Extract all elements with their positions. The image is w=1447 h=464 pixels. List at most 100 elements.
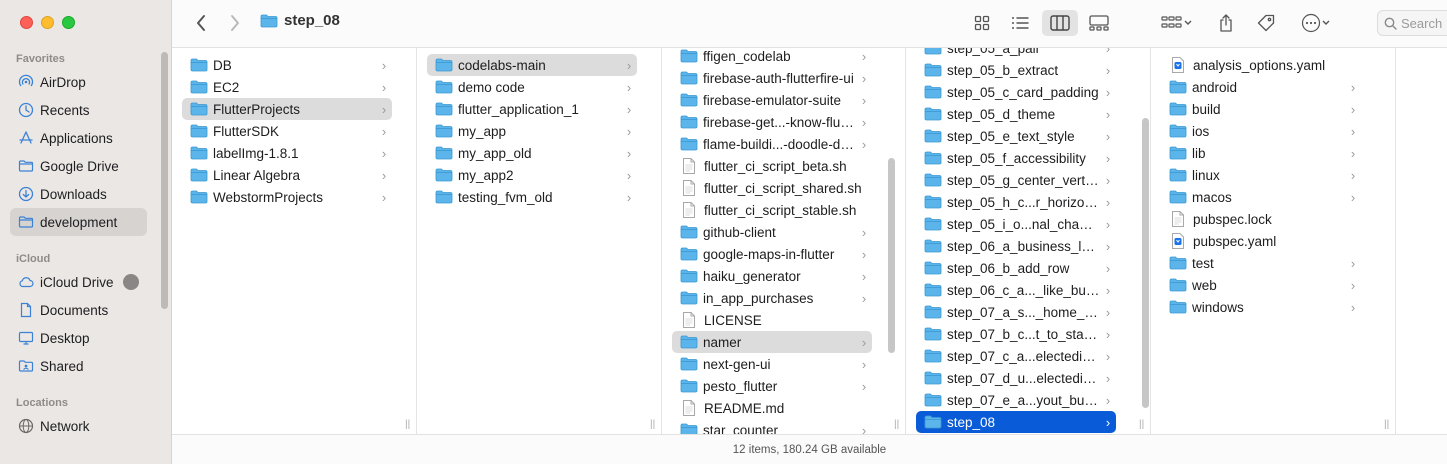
sidebar-item-documents[interactable]: Documents [10, 296, 147, 324]
list-item[interactable]: flutter_application_1 › [427, 98, 637, 120]
list-item[interactable]: EC2 › [182, 76, 392, 98]
close-window-button[interactable] [20, 16, 33, 29]
column-view-button[interactable] [1042, 10, 1078, 36]
list-item[interactable]: lib › [1161, 142, 1361, 164]
list-item[interactable]: namer › [672, 331, 872, 353]
item-name: flutter_application_1 [458, 101, 579, 117]
list-item[interactable]: my_app_old › [427, 142, 637, 164]
list-item[interactable]: google-maps-in-flutter › [672, 243, 872, 265]
list-item[interactable]: step_07_d_u...electedindex › [916, 367, 1116, 389]
list-item[interactable]: step_05_b_extract › [916, 59, 1116, 81]
list-item[interactable]: step_06_a_business_logic › [916, 235, 1116, 257]
list-item[interactable]: step_06_c_a..._like_button › [916, 279, 1116, 301]
list-item[interactable]: firebase-get...-know-flutter › [672, 111, 872, 133]
list-item[interactable]: star_counter › [672, 419, 872, 434]
list-item[interactable]: step_07_b_c...t_to_stateful › [916, 323, 1116, 345]
column-scrollbar[interactable] [888, 158, 895, 353]
tags-button[interactable] [1252, 10, 1280, 36]
column-resize-handle[interactable]: || [894, 419, 899, 430]
list-item[interactable]: build › [1161, 98, 1361, 120]
group-by-button[interactable] [1157, 10, 1197, 36]
search-field[interactable] [1377, 10, 1447, 36]
list-item[interactable]: linux › [1161, 164, 1361, 186]
list-item[interactable]: github-client › [672, 221, 872, 243]
forward-button[interactable] [222, 10, 248, 36]
list-item[interactable]: haiku_generator › [672, 265, 872, 287]
list-item[interactable]: WebstormProjects › [182, 186, 392, 208]
sidebar-item-applications[interactable]: Applications [10, 124, 147, 152]
list-item[interactable]: step_07_e_a...yout_builder › [916, 389, 1116, 411]
gallery-view-button[interactable] [1084, 10, 1114, 36]
list-item[interactable]: step_08 › [916, 411, 1116, 433]
list-item[interactable]: flutter_ci_script_shared.sh [672, 177, 872, 199]
column-resize-handle[interactable]: || [405, 419, 410, 430]
list-item[interactable]: ffigen_codelab › [672, 48, 872, 67]
list-item[interactable]: my_app2 › [427, 164, 637, 186]
list-item[interactable]: flutter_ci_script_stable.sh [672, 199, 872, 221]
back-button[interactable] [188, 10, 214, 36]
column-resize-handle[interactable]: || [650, 419, 655, 430]
clock-icon [18, 102, 34, 118]
list-item[interactable]: in_app_purchases › [672, 287, 872, 309]
list-item[interactable]: next-gen-ui › [672, 353, 872, 375]
list-item[interactable]: demo code › [427, 76, 637, 98]
sidebar-item-development[interactable]: development [10, 208, 147, 236]
list-item[interactable]: macos › [1161, 186, 1361, 208]
sidebar-scrollbar[interactable] [161, 52, 168, 309]
sidebar-item-airdrop[interactable]: AirDrop [10, 68, 147, 96]
list-item[interactable]: firebase-auth-flutterfire-ui › [672, 67, 872, 89]
list-item[interactable]: flutter_ci_script_beta.sh [672, 155, 872, 177]
more-actions-button[interactable] [1294, 10, 1338, 36]
sidebar-item-network[interactable]: Network [10, 412, 147, 440]
column-scrollbar[interactable] [1142, 118, 1149, 408]
list-item[interactable]: step_05_i_o...nal_changes › [916, 213, 1116, 235]
list-item[interactable]: step_07_c_a...electedindex › [916, 345, 1116, 367]
list-item[interactable]: step_05_d_theme › [916, 103, 1116, 125]
sidebar-item-desktop[interactable]: Desktop [10, 324, 147, 352]
list-item[interactable]: FlutterProjects › [182, 98, 392, 120]
minimize-window-button[interactable] [41, 16, 54, 29]
list-item[interactable]: step_06_b_add_row › [916, 257, 1116, 279]
list-item[interactable]: step_05_h_c...r_horizontal › [916, 191, 1116, 213]
list-item[interactable]: analysis_options.yaml [1161, 54, 1361, 76]
list-item[interactable]: pesto_flutter › [672, 375, 872, 397]
share-button[interactable] [1212, 10, 1240, 36]
list-item[interactable]: step_05_a_pair › [916, 48, 1116, 59]
sidebar-item-shared[interactable]: Shared [10, 352, 147, 380]
list-view-button[interactable] [1006, 10, 1034, 36]
icon-view-button[interactable] [968, 10, 996, 36]
sidebar-item-google-drive[interactable]: Google Drive [10, 152, 147, 180]
list-item[interactable]: pubspec.lock [1161, 208, 1361, 230]
list-item[interactable]: FlutterSDK › [182, 120, 392, 142]
list-item[interactable]: windows › [1161, 296, 1361, 318]
list-item[interactable]: step_07_a_s..._home_page › [916, 301, 1116, 323]
sidebar-item-icloud-drive[interactable]: iCloud Drive [10, 268, 147, 296]
column-resize-handle[interactable]: || [1384, 419, 1389, 430]
sidebar-item-downloads[interactable]: Downloads [10, 180, 147, 208]
list-item[interactable]: pubspec.yaml [1161, 230, 1361, 252]
zoom-window-button[interactable] [62, 16, 75, 29]
list-item[interactable]: flame-buildi...-doodle-dash › [672, 133, 872, 155]
list-item[interactable]: Linear Algebra › [182, 164, 392, 186]
list-item[interactable]: step_05_e_text_style › [916, 125, 1116, 147]
list-item[interactable]: testing_fvm_old › [427, 186, 637, 208]
list-item[interactable]: step_05_c_card_padding › [916, 81, 1116, 103]
column-resize-handle[interactable]: || [1139, 419, 1144, 430]
list-item[interactable]: step_05_g_center_vertical › [916, 169, 1116, 191]
search-input[interactable] [1401, 15, 1447, 31]
item-name: FlutterSDK [213, 123, 280, 139]
list-item[interactable]: LICENSE [672, 309, 872, 331]
sidebar-item-recents[interactable]: Recents [10, 96, 147, 124]
list-item[interactable]: codelabs-main › [427, 54, 637, 76]
list-item[interactable]: web › [1161, 274, 1361, 296]
list-item[interactable]: DB › [182, 54, 392, 76]
list-item[interactable]: my_app › [427, 120, 637, 142]
list-item[interactable]: step_05_f_accessibility › [916, 147, 1116, 169]
list-item[interactable]: ios › [1161, 120, 1361, 142]
tag-icon [1257, 14, 1275, 32]
list-item[interactable]: android › [1161, 76, 1361, 98]
list-item[interactable]: test › [1161, 252, 1361, 274]
list-item[interactable]: firebase-emulator-suite › [672, 89, 872, 111]
list-item[interactable]: README.md [672, 397, 872, 419]
list-item[interactable]: labelImg-1.8.1 › [182, 142, 392, 164]
